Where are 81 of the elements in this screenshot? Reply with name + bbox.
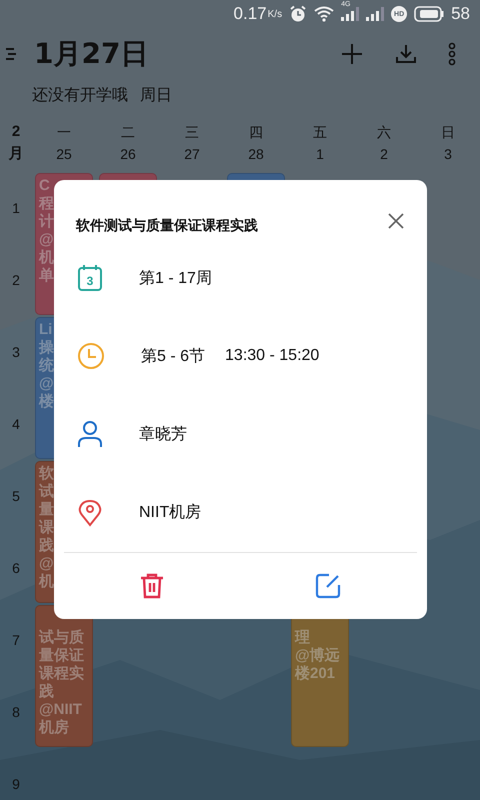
course-text: 践 xyxy=(39,537,54,555)
course-text: 试 xyxy=(39,483,54,501)
course-text: 单 xyxy=(39,267,54,285)
period-number: 1 xyxy=(12,200,20,216)
battery-level: 58 xyxy=(451,4,470,24)
location-pin-icon xyxy=(77,498,103,527)
period-number: 7 xyxy=(12,632,20,648)
network-speed: 0.17 xyxy=(234,4,267,24)
course-text: @ xyxy=(39,231,54,249)
dialog-title: 软件测试与质量保证课程实践 xyxy=(76,216,258,235)
course-text: 机 xyxy=(39,249,54,267)
close-icon[interactable] xyxy=(387,212,405,230)
course-text: 程 xyxy=(39,195,54,213)
day-date: 28 xyxy=(248,146,264,162)
period-number: 2 xyxy=(12,272,20,288)
day-date: 25 xyxy=(56,146,72,162)
course-text: @ xyxy=(39,375,54,393)
weekday-label: 四 xyxy=(249,124,263,142)
course-text: 量保证 xyxy=(39,647,84,665)
download-icon[interactable] xyxy=(394,42,418,66)
course-text: 量 xyxy=(39,501,54,519)
add-icon[interactable] xyxy=(340,42,364,66)
course-block[interactable]: 试与质 量保证 课程实 践 @NIIT 机房 xyxy=(35,605,93,747)
course-text: 课 xyxy=(39,519,54,537)
wifi-icon xyxy=(314,6,334,22)
clock-icon xyxy=(77,342,105,370)
period-number: 6 xyxy=(12,560,20,576)
course-text: C xyxy=(39,177,50,195)
weekday-label: 三 xyxy=(185,124,199,142)
detail-text: 第1 - 17周 xyxy=(139,268,212,289)
course-text: 操 xyxy=(39,339,54,357)
course-text: Li xyxy=(39,321,52,339)
weekday-label: 一 xyxy=(57,124,71,142)
course-text: @ xyxy=(39,555,54,573)
course-text: 课程实 xyxy=(39,665,84,683)
weekday-label: 二 xyxy=(121,124,135,142)
month-label: 月 xyxy=(8,144,24,163)
weekday-label: 五 xyxy=(313,124,327,142)
period-number: 8 xyxy=(12,704,20,720)
weekday-label: 日 xyxy=(441,124,455,142)
course-text: 统 xyxy=(39,357,54,375)
delete-icon[interactable] xyxy=(140,572,164,599)
detail-text: NIIT机房 xyxy=(139,502,202,524)
course-text: 践 xyxy=(39,683,54,701)
detail-text: 第5 - 6节 xyxy=(141,346,206,367)
day-date: 2 xyxy=(380,146,388,162)
edit-icon[interactable] xyxy=(315,572,342,599)
course-text: 试与质 xyxy=(39,629,84,647)
day-date: 3 xyxy=(444,146,452,162)
weekday-label: 六 xyxy=(377,124,391,142)
signal-icon xyxy=(366,7,384,21)
day-date: 1 xyxy=(316,146,324,162)
course-text: 机 xyxy=(39,573,54,591)
person-icon xyxy=(77,420,103,448)
course-text: @NIIT xyxy=(39,701,82,719)
course-text: 机房 xyxy=(39,719,69,737)
course-text: 软 xyxy=(39,465,54,483)
course-text: 计 xyxy=(39,213,54,231)
weekday-text: 周日 xyxy=(140,84,172,106)
status-text: 还没有开学哦 xyxy=(32,84,128,106)
period-number: 5 xyxy=(12,488,20,504)
period-number: 3 xyxy=(12,344,20,360)
detail-text: 13:30 - 15:20 xyxy=(225,347,320,366)
course-text: 楼 xyxy=(39,393,54,411)
period-number: 9 xyxy=(12,776,20,792)
calendar-icon: 3 xyxy=(77,264,103,292)
day-date: 27 xyxy=(184,146,200,162)
day-date: 26 xyxy=(120,146,136,162)
detail-text: 章晓芳 xyxy=(139,424,187,445)
course-text: 楼201 xyxy=(295,665,336,683)
more-icon[interactable] xyxy=(448,42,456,66)
speed-unit: K/s xyxy=(268,8,282,20)
alarm-icon xyxy=(289,5,308,23)
menu-icon[interactable] xyxy=(6,47,16,61)
course-text: 理 xyxy=(295,629,310,647)
course-text: @博远 xyxy=(295,647,340,665)
period-number: 4 xyxy=(12,416,20,432)
month-label: 2 xyxy=(12,123,20,140)
date-title: 1月27日 xyxy=(34,36,148,72)
signal-icon xyxy=(341,7,360,21)
battery-icon xyxy=(414,6,444,22)
